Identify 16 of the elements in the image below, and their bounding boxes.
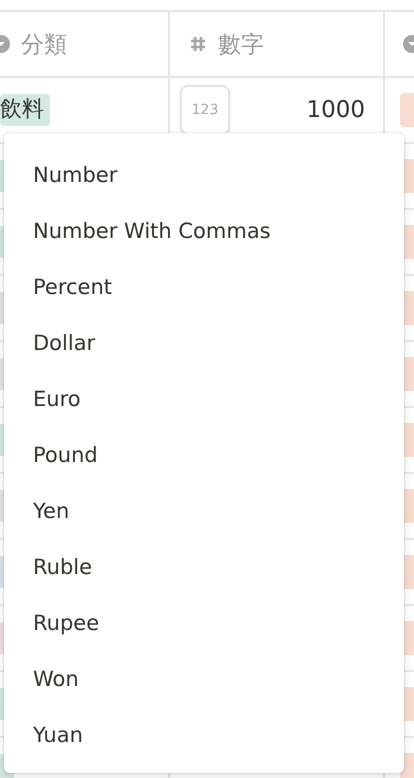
column-header: 數字	[218, 30, 264, 60]
menu-item[interactable]: Yuan	[4, 707, 404, 763]
menu-item[interactable]: Euro	[4, 371, 404, 427]
menu-item[interactable]: Rupee	[4, 595, 404, 651]
menu-item[interactable]: Number	[4, 147, 404, 203]
menu-item[interactable]: Dollar	[4, 315, 404, 371]
category-tag: 飲料	[0, 94, 50, 126]
menu-item[interactable]: Ruble	[4, 539, 404, 595]
hash-icon	[188, 34, 208, 54]
menu-item[interactable]: Number With Commas	[4, 203, 404, 259]
menu-item[interactable]: Won	[4, 651, 404, 707]
menu-item[interactable]: Percent	[4, 259, 404, 315]
menu-item[interactable]: Yen	[4, 483, 404, 539]
column-header: 分類	[21, 30, 67, 60]
menu-item[interactable]: Pound	[4, 427, 404, 483]
number-value: 1000	[306, 97, 365, 123]
